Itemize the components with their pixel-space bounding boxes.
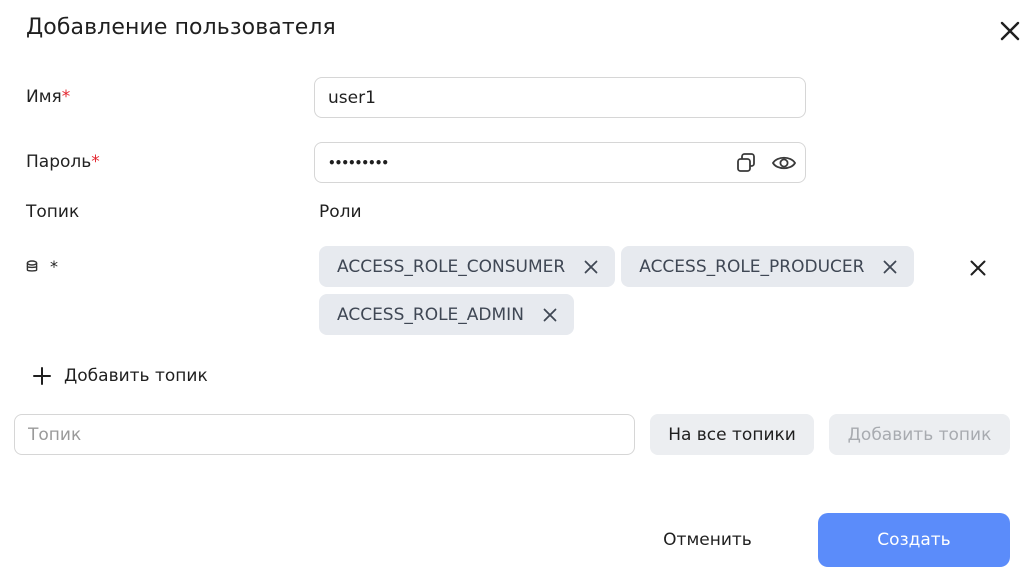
close-icon xyxy=(1000,21,1020,41)
close-dialog-button[interactable] xyxy=(996,17,1024,45)
password-label: Пароль* xyxy=(26,152,100,172)
copy-password-button[interactable] xyxy=(729,146,763,180)
name-input[interactable]: user1 xyxy=(314,77,806,118)
permission-row-topic: * xyxy=(26,257,58,276)
role-chip-label: ACCESS_ROLE_PRODUCER xyxy=(639,256,865,277)
add-topic-button[interactable]: Добавить топик xyxy=(829,414,1010,455)
roles-chip-list: ACCESS_ROLE_CONSUMER ACCESS_ROLE_PRODUCE… xyxy=(319,246,959,335)
close-icon xyxy=(884,260,897,273)
remove-role-button[interactable] xyxy=(580,256,602,278)
required-mark: * xyxy=(91,152,100,172)
role-chip: ACCESS_ROLE_PRODUCER xyxy=(621,246,915,287)
remove-role-button[interactable] xyxy=(539,304,561,326)
name-label: Имя* xyxy=(26,87,71,107)
roles-column-header: Роли xyxy=(319,202,362,222)
cancel-button[interactable]: Отменить xyxy=(645,513,770,567)
remove-role-button[interactable] xyxy=(879,256,901,278)
create-button[interactable]: Создать xyxy=(818,513,1010,567)
topic-input[interactable] xyxy=(14,414,635,455)
password-input[interactable]: ••••••••• xyxy=(314,142,806,183)
toggle-password-visibility-button[interactable] xyxy=(767,146,801,180)
topic-column-header: Топик xyxy=(26,202,80,222)
all-topics-button[interactable]: На все топики xyxy=(650,414,814,455)
role-chip-label: ACCESS_ROLE_ADMIN xyxy=(337,304,524,325)
role-chip: ACCESS_ROLE_ADMIN xyxy=(319,294,574,335)
topic-name: * xyxy=(50,257,58,276)
database-icon xyxy=(26,260,38,272)
role-chip-label: ACCESS_ROLE_CONSUMER xyxy=(337,256,566,277)
password-input-value: ••••••••• xyxy=(328,155,389,170)
remove-permission-row-button[interactable] xyxy=(964,254,992,282)
add-topic-link-label: Добавить топик xyxy=(64,366,208,386)
copy-icon xyxy=(737,152,755,172)
close-icon xyxy=(543,308,557,321)
plus-icon xyxy=(33,367,51,385)
close-icon xyxy=(584,260,598,273)
close-icon xyxy=(970,260,986,276)
eye-icon xyxy=(771,156,797,169)
name-input-value: user1 xyxy=(328,87,376,108)
dialog-title: Добавление пользователя xyxy=(26,15,336,40)
role-chip: ACCESS_ROLE_CONSUMER xyxy=(319,246,616,287)
add-topic-link[interactable]: Добавить топик xyxy=(32,366,208,386)
required-mark: * xyxy=(61,87,71,107)
